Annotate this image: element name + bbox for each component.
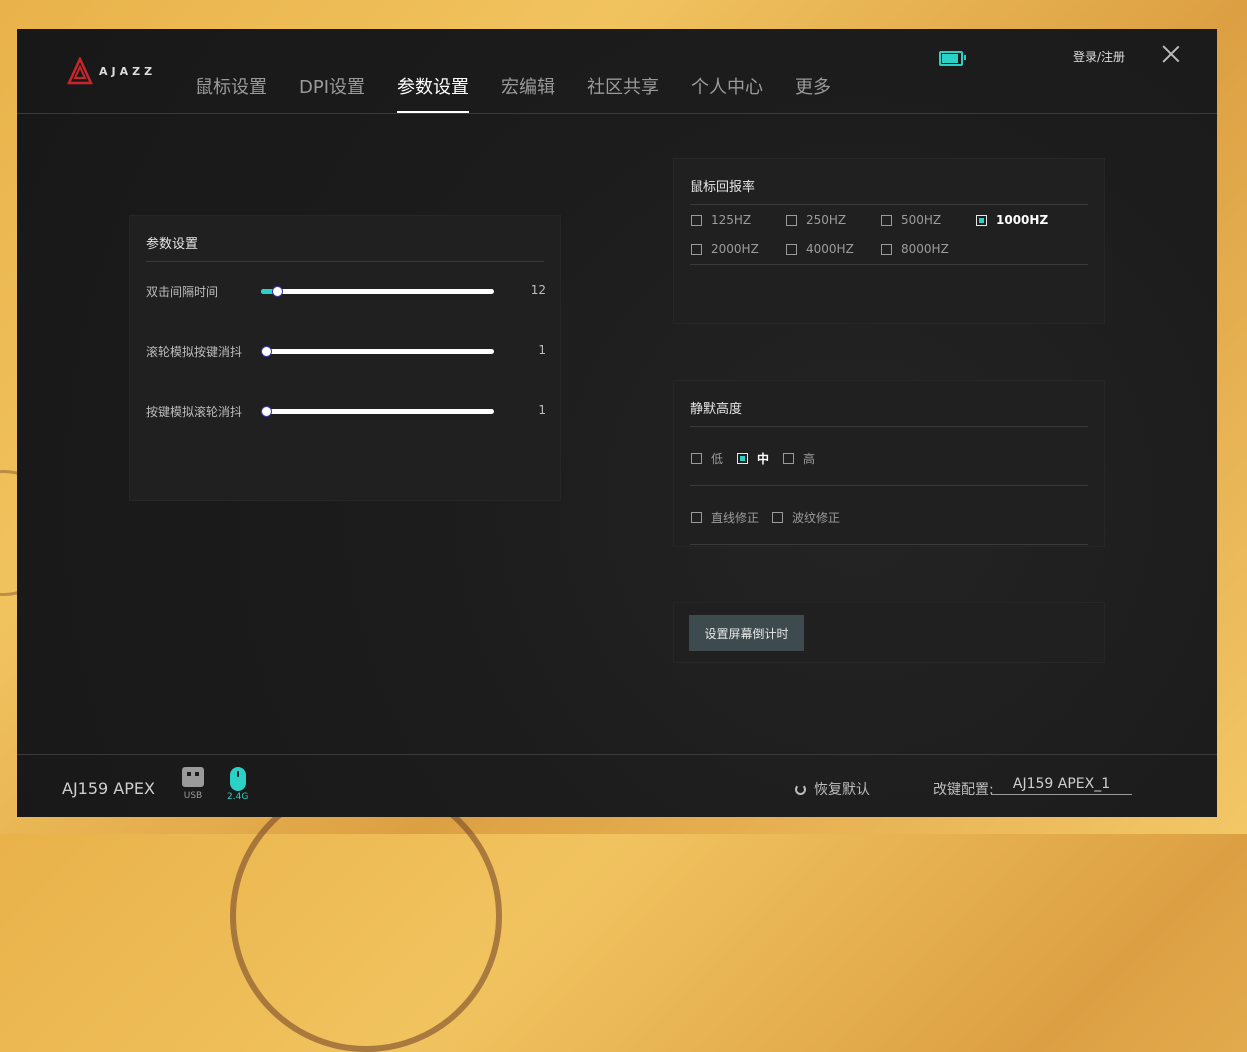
checkbox-label: 250HZ [806, 213, 847, 227]
checkbox-box[interactable] [976, 214, 987, 226]
checkbox-label: 500HZ [901, 213, 942, 227]
close-icon[interactable] [1161, 45, 1181, 65]
device-name: AJ159 APEX [62, 779, 155, 798]
battery-icon [939, 51, 966, 66]
checkbox-lod-high[interactable]: 高 [783, 450, 815, 467]
slider-label: 按键模拟滚轮消抖 [146, 405, 243, 419]
divider [690, 485, 1088, 486]
slider-double-click-interval: 双击间隔时间 12 [146, 282, 546, 302]
checkbox-label: 8000HZ [901, 242, 949, 256]
checkbox-box[interactable] [881, 214, 892, 226]
lift-off-distance-panel: 静默高度 低 中 高 直线修正 波纹修正 [674, 381, 1104, 546]
profile-label: 改键配置: [933, 782, 994, 798]
header: AJAZZ 鼠标设置 DPI设置 参数设置 宏编辑 社区共享 个人中心 更多 登… [17, 29, 1217, 114]
logo-text: AJAZZ [99, 64, 157, 78]
profile-selector[interactable]: AJ159 APEX_1 [991, 776, 1132, 795]
slider-label: 滚轮模拟按键消抖 [146, 345, 243, 359]
checkbox-label: 直线修正 [711, 511, 760, 525]
checkbox-box[interactable] [772, 512, 783, 523]
main-nav: 鼠标设置 DPI设置 参数设置 宏编辑 社区共享 个人中心 更多 [195, 73, 863, 113]
checkbox-label: 2000HZ [711, 242, 759, 256]
refresh-icon [795, 783, 806, 795]
checkbox-ripple-control[interactable]: 波纹修正 [772, 509, 840, 526]
checkbox-box[interactable] [691, 214, 702, 226]
slider-value: 1 [538, 343, 546, 357]
checkbox-lod-low[interactable]: 低 [691, 450, 723, 467]
divider [690, 204, 1088, 205]
checkbox-label: 中 [757, 452, 770, 466]
divider [146, 261, 544, 262]
checkbox-500hz[interactable]: 500HZ [881, 213, 941, 227]
slider-track[interactable] [261, 346, 494, 357]
usb-connection[interactable]: USB [182, 767, 204, 801]
panel-title: 静默高度 [690, 402, 743, 417]
checkbox-8000hz[interactable]: 8000HZ [881, 242, 949, 256]
checkbox-label: 波纹修正 [792, 511, 841, 525]
wireless-label: 2.4G [227, 792, 249, 802]
checkbox-4000hz[interactable]: 4000HZ [786, 242, 854, 256]
mouse-icon [229, 767, 246, 791]
divider [690, 544, 1088, 545]
checkbox-1000hz[interactable]: 1000HZ [976, 213, 1048, 227]
slider-value: 12 [530, 283, 546, 297]
wireless-connection[interactable]: 2.4G [227, 767, 248, 802]
checkbox-label: 高 [803, 452, 816, 466]
checkbox-box[interactable] [691, 243, 702, 255]
tab-personal-center[interactable]: 个人中心 [691, 73, 763, 113]
checkbox-lod-mid[interactable]: 中 [737, 450, 769, 467]
checkbox-box[interactable] [881, 243, 892, 255]
parameter-settings-panel: 参数设置 双击间隔时间 12 滚轮模拟按键消抖 1 按键模拟滚轮消抖 1 [130, 216, 560, 500]
login-register-link[interactable]: 登录/注册 [1073, 48, 1125, 65]
slider-track[interactable] [261, 286, 494, 297]
logo: AJAZZ [67, 57, 156, 85]
checkbox-angle-snapping[interactable]: 直线修正 [691, 509, 759, 526]
slider-track[interactable] [261, 406, 494, 417]
screen-countdown-panel: 设置屏幕倒计时 [674, 603, 1104, 662]
report-rate-panel: 鼠标回报率 125HZ 250HZ 500HZ 1000HZ 2000HZ 40… [674, 159, 1104, 323]
app-window: AJAZZ 鼠标设置 DPI设置 参数设置 宏编辑 社区共享 个人中心 更多 登… [17, 29, 1217, 817]
checkbox-label: 1000HZ [996, 213, 1049, 227]
tab-macro-editor[interactable]: 宏编辑 [501, 73, 555, 113]
restore-default-button[interactable]: 恢复默认 [795, 779, 870, 799]
checkbox-box[interactable] [737, 453, 748, 464]
panel-title: 鼠标回报率 [690, 180, 756, 195]
slider-wheel-key-debounce: 滚轮模拟按键消抖 1 [146, 342, 546, 362]
slider-label: 双击间隔时间 [146, 285, 219, 299]
tab-parameter-settings[interactable]: 参数设置 [397, 73, 470, 113]
checkbox-125hz[interactable]: 125HZ [691, 213, 751, 227]
footer: AJ159 APEX USB 2.4G 恢复默认 改键配置: AJ159 APE… [17, 754, 1217, 818]
checkbox-box[interactable] [783, 453, 794, 464]
slider-thumb[interactable] [272, 286, 283, 297]
checkbox-250hz[interactable]: 250HZ [786, 213, 846, 227]
battery-level [942, 54, 958, 63]
checkbox-box[interactable] [786, 214, 797, 226]
slider-thumb[interactable] [261, 406, 272, 417]
set-screen-countdown-button[interactable]: 设置屏幕倒计时 [689, 615, 804, 651]
tab-mouse-settings[interactable]: 鼠标设置 [195, 73, 267, 113]
slider-thumb[interactable] [261, 346, 272, 357]
slider-key-wheel-debounce: 按键模拟滚轮消抖 1 [146, 402, 546, 422]
usb-icon [182, 767, 204, 787]
checkbox-label: 4000HZ [806, 242, 854, 256]
checkbox-label: 125HZ [711, 213, 752, 227]
tab-community-share[interactable]: 社区共享 [587, 73, 659, 113]
checkbox-2000hz[interactable]: 2000HZ [691, 242, 759, 256]
divider [690, 264, 1088, 265]
tab-dpi-settings[interactable]: DPI设置 [299, 73, 365, 113]
background-decoration [230, 780, 502, 1052]
slider-value: 1 [538, 403, 546, 417]
checkbox-label: 低 [711, 452, 724, 466]
checkbox-box[interactable] [691, 453, 702, 464]
panel-title: 参数设置 [146, 237, 199, 252]
ajazz-logo-icon [67, 57, 93, 85]
checkbox-box[interactable] [691, 512, 702, 523]
restore-label: 恢复默认 [814, 782, 870, 798]
divider [690, 426, 1088, 427]
checkbox-box[interactable] [786, 243, 797, 255]
tab-more[interactable]: 更多 [795, 73, 831, 113]
usb-label: USB [183, 791, 203, 801]
